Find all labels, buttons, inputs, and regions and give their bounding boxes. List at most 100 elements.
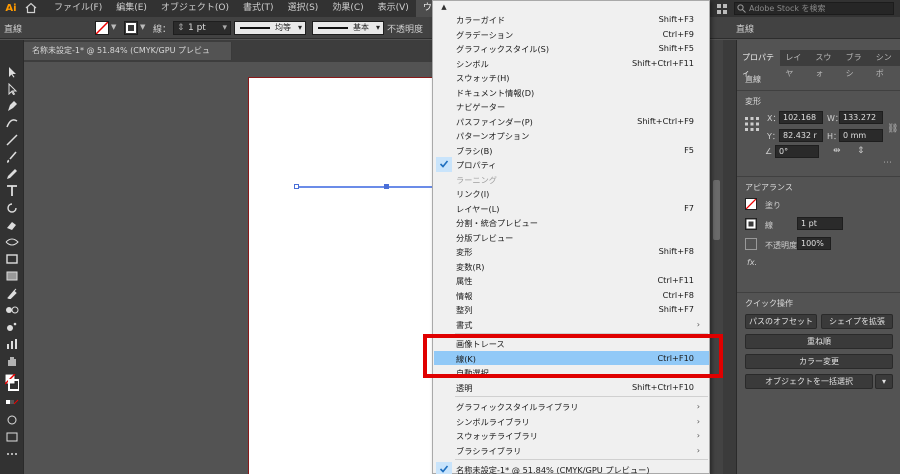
y-field[interactable]: 82.432 r bbox=[779, 129, 823, 142]
menu-item[interactable]: ナビゲーター bbox=[434, 99, 709, 114]
menu-item[interactable]: 変形 Shift+F8 bbox=[434, 244, 709, 259]
artboard[interactable] bbox=[248, 77, 438, 474]
tab-brushes[interactable]: ブラシ bbox=[841, 50, 871, 78]
tab-swatches[interactable]: スウォ bbox=[810, 50, 840, 78]
stroke-swatch[interactable] bbox=[124, 21, 138, 35]
fill-stroke-indicator[interactable] bbox=[4, 373, 20, 392]
fx-icon[interactable]: fx. bbox=[747, 258, 757, 267]
flip-vertical-icon[interactable]: ⇕ bbox=[857, 146, 865, 156]
paintbrush-tool-icon[interactable] bbox=[5, 151, 19, 163]
select-same-options-button[interactable]: ▾ bbox=[875, 374, 893, 389]
menu-item[interactable]: カラーガイド Shift+F3 bbox=[434, 12, 709, 27]
chevron-down-icon[interactable]: ▼ bbox=[140, 23, 145, 31]
menu-item[interactable]: ドキュメント情報(D) bbox=[434, 85, 709, 100]
stroke-weight-field[interactable]: 1 pt bbox=[797, 217, 843, 230]
eyedropper-tool-icon[interactable] bbox=[5, 287, 19, 300]
menu-item[interactable]: 分版プレビュー bbox=[434, 230, 709, 245]
stroke-color-swatch[interactable] bbox=[745, 218, 757, 230]
tab-properties[interactable]: プロパティ bbox=[737, 50, 781, 78]
menu-item[interactable]: パターンオプション bbox=[434, 128, 709, 143]
menu-scroll-up-icon[interactable]: ▲ bbox=[434, 3, 454, 11]
selected-line-path[interactable] bbox=[296, 186, 436, 188]
variable-width-profile-select[interactable]: 均等 ▾ bbox=[234, 21, 306, 35]
menu-item[interactable]: グラフィックスタイルライブラリ › bbox=[434, 399, 709, 414]
rotate-tool-icon[interactable] bbox=[5, 202, 19, 214]
menu-item[interactable]: プロパティ bbox=[434, 157, 709, 172]
x-field[interactable]: 102.168 bbox=[779, 111, 823, 124]
fill-swatch[interactable] bbox=[95, 21, 109, 35]
menu-item[interactable]: シンボル Shift+Ctrl+F11 bbox=[434, 56, 709, 71]
brush-definition-select[interactable]: 基本 ▾ bbox=[312, 21, 384, 35]
menu-item[interactable]: ブラシ(B) F5 bbox=[434, 143, 709, 158]
screen-mode-icon[interactable] bbox=[5, 431, 19, 443]
stroke-weight-field[interactable]: ⇕ 1 pt ▾ bbox=[173, 21, 231, 35]
width-tool-icon[interactable] bbox=[5, 236, 19, 248]
menu-effect[interactable]: 効果(C) bbox=[325, 0, 370, 17]
reference-point-icon[interactable] bbox=[745, 117, 759, 131]
vertical-scrollbar[interactable] bbox=[709, 40, 723, 474]
curvature-tool-icon[interactable] bbox=[5, 117, 19, 129]
w-field[interactable]: 133.272 bbox=[839, 111, 883, 124]
menu-item[interactable]: 書式 › bbox=[434, 317, 709, 332]
workspace-grid-icon[interactable] bbox=[716, 3, 728, 15]
path-anchor-point[interactable] bbox=[294, 184, 299, 189]
menu-item[interactable]: 透明 Shift+Ctrl+F10 bbox=[434, 380, 709, 395]
type-tool-icon[interactable] bbox=[5, 185, 19, 197]
line-segment-tool-icon[interactable] bbox=[5, 134, 19, 146]
chevron-down-icon[interactable]: ▾ bbox=[222, 22, 227, 34]
blend-tool-icon[interactable] bbox=[5, 304, 19, 316]
select-same-button[interactable]: オブジェクトを一括選択 bbox=[745, 374, 873, 389]
menu-item[interactable]: 名称未設定-1* @ 51.84% (CMYK/GPU プレビュー) bbox=[434, 462, 709, 474]
link-icon[interactable]: ⛓ bbox=[887, 124, 898, 134]
scrollbar-thumb[interactable] bbox=[713, 180, 720, 240]
menu-select[interactable]: 選択(S) bbox=[281, 0, 326, 17]
fill-color-swatch[interactable] bbox=[745, 198, 757, 210]
menu-item[interactable]: パスファインダー(P) Shift+Ctrl+F9 bbox=[434, 114, 709, 129]
opacity-field[interactable]: 100% bbox=[797, 237, 831, 250]
menu-type[interactable]: 書式(T) bbox=[236, 0, 281, 17]
symbol-sprayer-tool-icon[interactable] bbox=[5, 321, 19, 333]
menu-item[interactable]: 属性 Ctrl+F11 bbox=[434, 273, 709, 288]
menu-item[interactable]: スウォッチライブラリ › bbox=[434, 428, 709, 443]
menu-item[interactable]: 変数(R) bbox=[434, 259, 709, 274]
pencil-tool-icon[interactable] bbox=[5, 168, 19, 180]
shape-builder-tool-icon[interactable] bbox=[5, 253, 19, 265]
arrange-button[interactable]: 重ね順 bbox=[745, 334, 893, 349]
angle-field[interactable]: 0° bbox=[775, 145, 819, 158]
menu-item[interactable]: 情報 Ctrl+F8 bbox=[434, 288, 709, 303]
menu-item[interactable]: ブラシライブラリ › bbox=[434, 443, 709, 458]
hand-tool-icon[interactable] bbox=[5, 355, 19, 367]
menu-item[interactable]: グラフィックスタイル(S) Shift+F5 bbox=[434, 41, 709, 56]
menu-item[interactable]: シンボルライブラリ › bbox=[434, 414, 709, 429]
color-mode-icon[interactable] bbox=[5, 397, 19, 409]
chevron-down-icon[interactable]: ▼ bbox=[111, 23, 116, 31]
menu-item[interactable]: スウォッチ(H) bbox=[434, 70, 709, 85]
offset-path-button[interactable]: パスのオフセット bbox=[745, 314, 817, 329]
menu-item[interactable]: 整列 Shift+F7 bbox=[434, 302, 709, 317]
flip-horizontal-icon[interactable]: ⇹ bbox=[833, 146, 841, 156]
eraser-tool-icon[interactable] bbox=[5, 219, 19, 231]
menu-item[interactable]: リンク(I) bbox=[434, 186, 709, 201]
menu-view[interactable]: 表示(V) bbox=[371, 0, 416, 17]
home-icon[interactable] bbox=[25, 2, 41, 16]
menu-item[interactable]: 分割・統合プレビュー bbox=[434, 215, 709, 230]
direct-selection-tool-icon[interactable] bbox=[5, 82, 19, 96]
path-center-point[interactable] bbox=[384, 184, 389, 189]
drawing-mode-icon[interactable] bbox=[5, 414, 19, 426]
expand-shape-button[interactable]: シェイプを拡張 bbox=[821, 314, 893, 329]
menu-object[interactable]: オブジェクト(O) bbox=[154, 0, 236, 17]
stock-search-input[interactable]: Adobe Stock を検索 bbox=[734, 2, 894, 15]
recolor-button[interactable]: カラー変更 bbox=[745, 354, 893, 369]
document-tab[interactable]: 名称未設定-1* @ 51.84% (CMYK/GPU プレビュー)× bbox=[24, 42, 232, 73]
menu-item[interactable]: レイヤー(L) F7 bbox=[434, 201, 709, 216]
tab-layers[interactable]: レイヤ bbox=[780, 50, 810, 78]
stepper-icon[interactable]: ⇕ bbox=[177, 22, 185, 34]
graph-tool-icon[interactable] bbox=[5, 338, 19, 350]
menu-file[interactable]: ファイル(F) bbox=[47, 0, 109, 17]
menu-edit[interactable]: 編集(E) bbox=[109, 0, 154, 17]
more-tools-icon[interactable] bbox=[5, 448, 19, 460]
menu-item[interactable]: グラデーション Ctrl+F9 bbox=[434, 27, 709, 42]
tab-symbols[interactable]: シンボ bbox=[871, 50, 900, 78]
h-field[interactable]: 0 mm bbox=[839, 129, 883, 142]
selection-tool-icon[interactable] bbox=[5, 66, 19, 78]
